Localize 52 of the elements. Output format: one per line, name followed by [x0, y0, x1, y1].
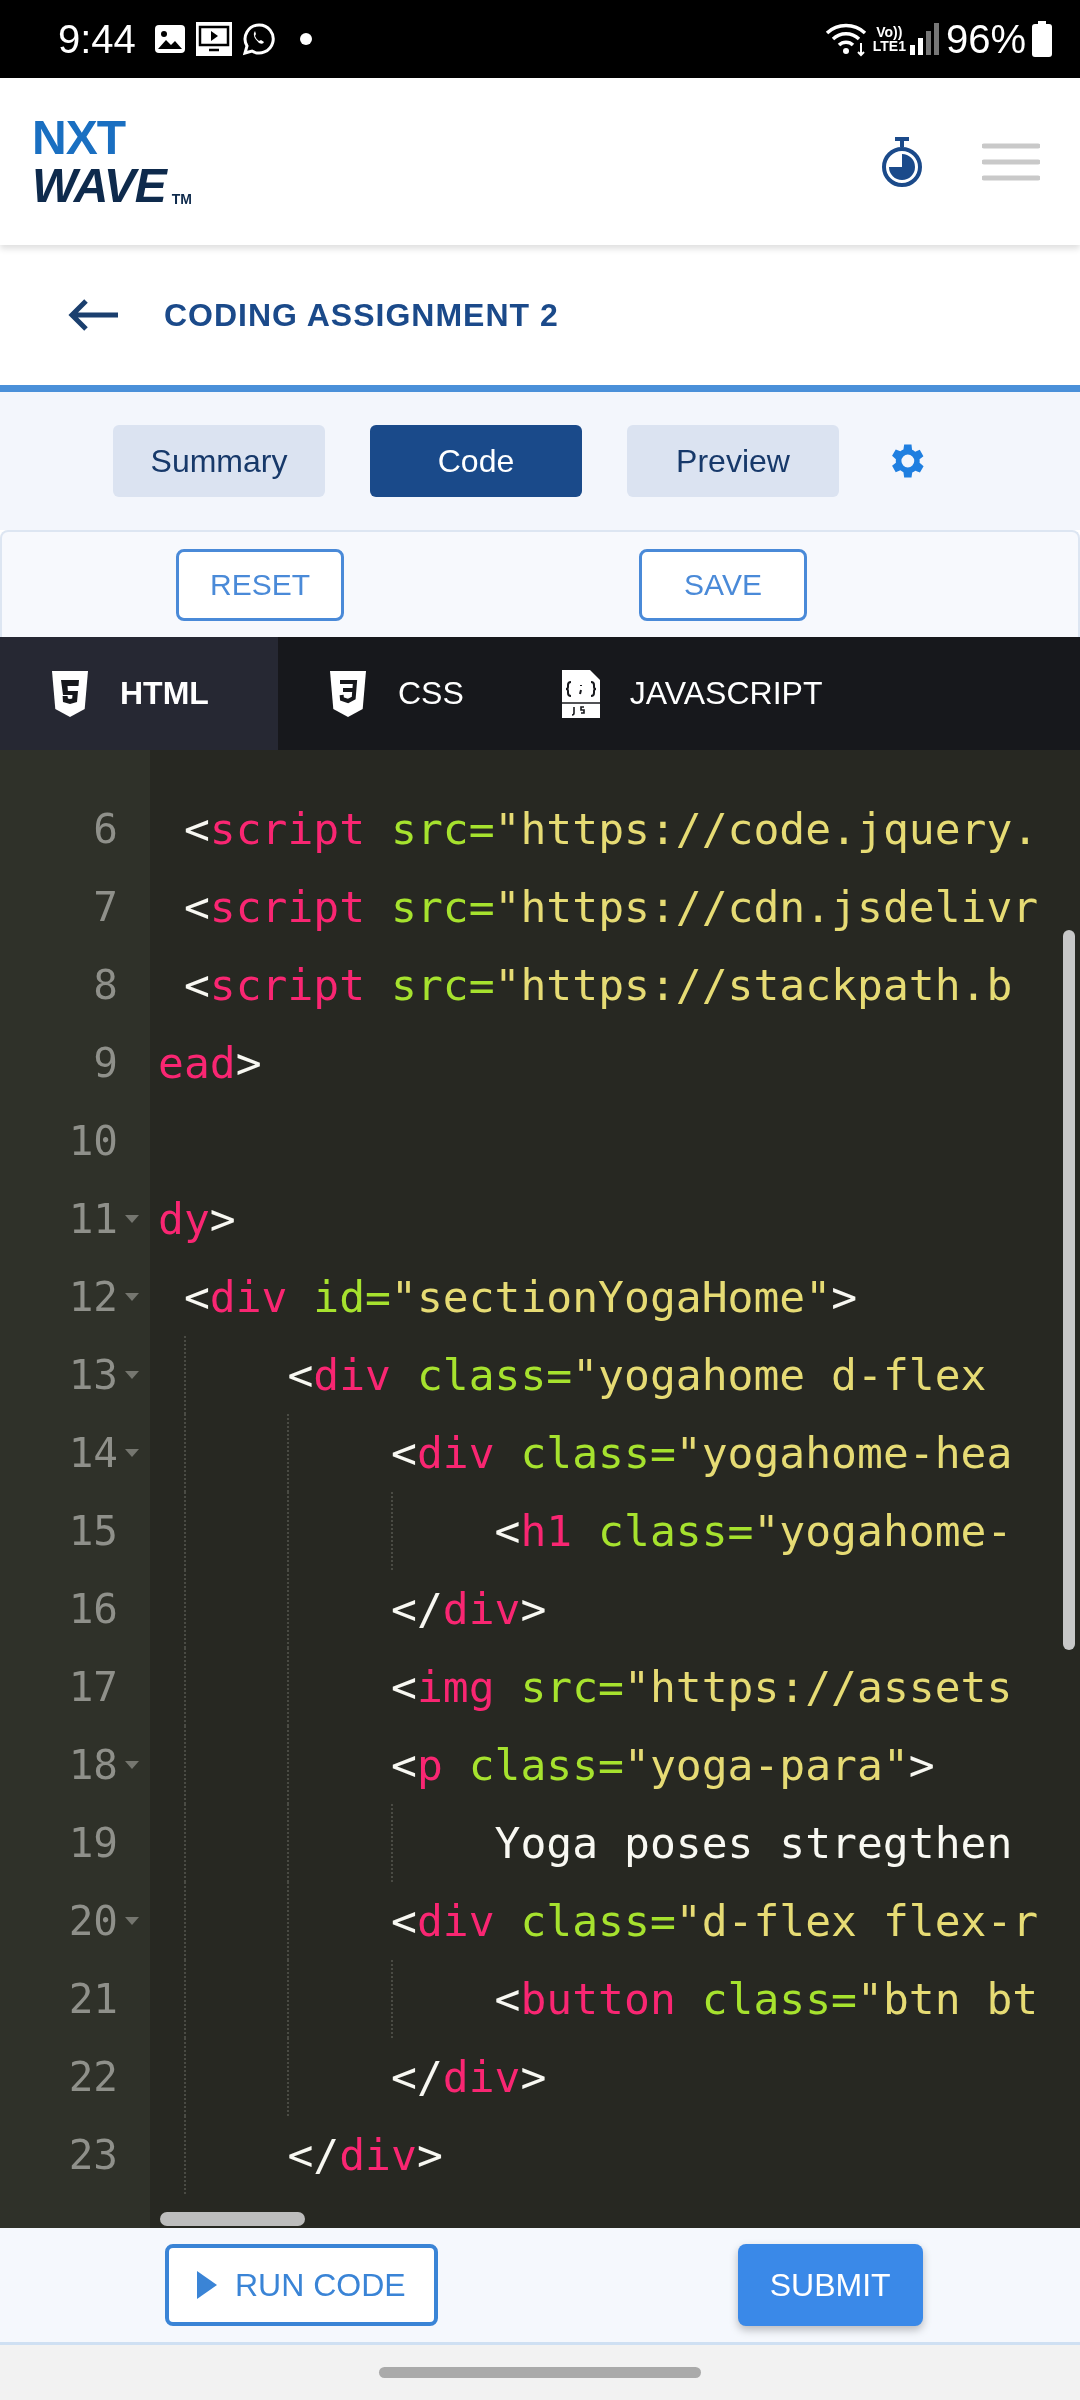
view-tab[interactable]: Summary — [113, 425, 325, 497]
code-line: ead> — [158, 1038, 262, 1088]
line-number: 19 — [68, 1819, 118, 1867]
line-number: 20 — [68, 1897, 118, 1945]
line-number: 8 — [93, 961, 118, 1009]
code-line: <img src="https://assets — [390, 1662, 1013, 1712]
code-line: <div class="yogahome d-flex — [286, 1350, 987, 1400]
line-number: 16 — [68, 1585, 118, 1633]
line-number: 6 — [93, 805, 118, 853]
action-button[interactable]: RESET — [176, 548, 344, 621]
code-line: <p class="yoga-para"> — [390, 1740, 935, 1790]
line-number: 9 — [93, 1039, 118, 1087]
logo-text: WAVE — [32, 161, 166, 210]
logo-text: NXT — [32, 113, 127, 162]
battery-percent: 96% — [945, 16, 1026, 62]
line-number: 11 — [68, 1195, 118, 1243]
code-line: </div> — [390, 1584, 547, 1634]
line-number: 22 — [68, 2053, 118, 2101]
run-code-button[interactable]: RUN CODE — [165, 2244, 438, 2326]
code-line: <script src="https://stackpath.b — [182, 960, 1013, 1010]
language-tab[interactable]: HTML — [0, 637, 278, 750]
line-number: 21 — [68, 1975, 118, 2023]
submit-button[interactable]: SUBMIT — [737, 2244, 923, 2326]
code-line: <div id="sectionYogaHome"> — [182, 1272, 857, 1322]
code-line: Yoga poses stregthen — [493, 1818, 1013, 1868]
assignment-title: CODING ASSIGNMENT 2 — [164, 296, 559, 334]
code-line: <div class="d-flex flex-r — [390, 1896, 1039, 1946]
line-number: 14 — [68, 1429, 118, 1477]
code-line: <div class="yogahome-hea — [390, 1428, 1013, 1478]
action-button[interactable]: SAVE — [639, 548, 807, 621]
code-line: <script src="https://cdn.jsdelivr — [182, 882, 1039, 932]
code-line: <script src="https://code.jquery. — [182, 804, 1039, 854]
line-number: 7 — [93, 883, 118, 931]
line-number: 13 — [68, 1351, 118, 1399]
line-number: 17 — [68, 1663, 118, 1711]
status-time: 9:44 — [58, 16, 136, 62]
line-number: 10 — [68, 1117, 118, 1165]
line-number: 18 — [68, 1741, 118, 1789]
view-tab[interactable]: Code — [370, 425, 582, 497]
language-tab[interactable]: JAVASCRIPT — [511, 637, 871, 750]
trademark-mark: TM — [171, 191, 192, 206]
code-line: dy> — [158, 1194, 236, 1244]
view-tab[interactable]: Preview — [627, 425, 839, 497]
network-label: Vo)) LTE1 — [872, 25, 906, 53]
language-tab[interactable]: CSS — [278, 637, 512, 750]
line-number: 12 — [68, 1273, 118, 1321]
line-number: 15 — [68, 1507, 118, 1555]
code-line: <h1 class="yogahome- — [493, 1506, 1013, 1556]
line-number: 23 — [68, 2131, 118, 2179]
code-line: </div> — [286, 2130, 443, 2180]
code-line: <button class="btn bt — [493, 1974, 1039, 2024]
code-line: </div> — [390, 2052, 547, 2102]
